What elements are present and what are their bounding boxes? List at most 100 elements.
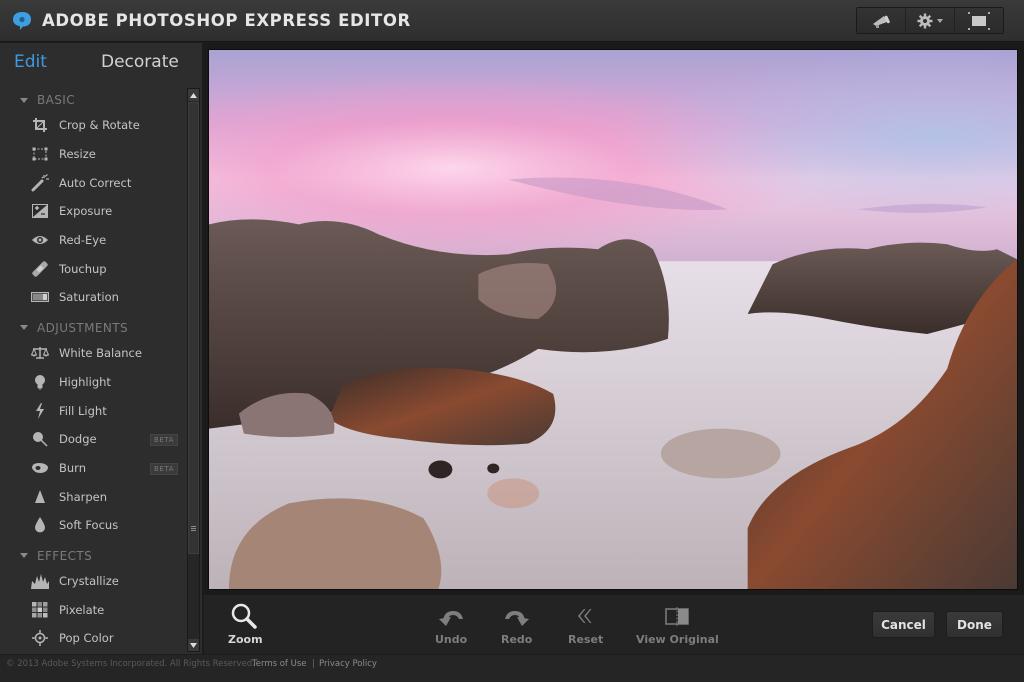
beta-badge: BETA — [150, 462, 179, 475]
scroll-down-button[interactable] — [188, 639, 199, 651]
settings-button[interactable] — [906, 8, 955, 33]
tool-red-eye[interactable]: Red-Eye — [0, 226, 186, 255]
photoshop-express-logo-icon — [13, 12, 31, 30]
photoshop-express-editor: ADOBE PHOTOSHOP EXPRESS EDITOR Edit Deco… — [0, 0, 1024, 682]
tool-label: Fill Light — [59, 403, 107, 418]
tool-label: Resize — [59, 147, 96, 162]
tool-sharpen[interactable]: Sharpen — [0, 482, 186, 511]
lightbulb-icon — [30, 373, 50, 391]
fullscreen-button[interactable] — [955, 8, 1003, 33]
gear-icon — [917, 13, 932, 28]
tool-label: Burn — [59, 460, 86, 475]
tool-label: Red-Eye — [59, 233, 107, 248]
fullscreen-icon — [968, 11, 990, 30]
tool-auto-correct[interactable]: Auto Correct — [0, 168, 186, 197]
tool-label: Crystallize — [59, 573, 119, 588]
terms-of-use-link[interactable]: Terms of Use — [252, 659, 307, 669]
reset-button[interactable]: Reset — [568, 603, 603, 646]
title-bar: ADOBE PHOTOSHOP EXPRESS EDITOR — [0, 0, 1024, 42]
caret-down-icon — [20, 325, 28, 331]
reset-label: Reset — [568, 633, 604, 646]
tab-edit[interactable]: Edit — [14, 52, 47, 72]
droplet-icon — [30, 516, 50, 534]
sidebar-scrollbar[interactable] — [187, 88, 200, 652]
scroll-thumb[interactable] — [188, 102, 199, 554]
compare-icon — [665, 607, 690, 626]
crystallize-icon — [30, 572, 50, 590]
sharpen-icon — [30, 488, 50, 506]
tool-list: BASIC Crop & Rotate Resize Auto Correct — [0, 89, 186, 651]
undo-label: Undo — [435, 633, 468, 646]
beta-badge: BETA — [150, 433, 179, 446]
dodge-icon — [30, 430, 50, 448]
tool-white-balance[interactable]: White Balance — [0, 339, 186, 368]
tool-burn[interactable]: Burn BETA — [0, 454, 186, 483]
zoom-button[interactable]: Zoom — [228, 603, 263, 646]
tool-label: White Balance — [59, 346, 142, 361]
view-original-button[interactable]: View Original — [636, 603, 719, 646]
tool-label: Pop Color — [59, 631, 114, 646]
copyright-text: © 2013 Adobe Systems Incorporated. All R… — [6, 659, 255, 669]
tool-label: Exposure — [59, 204, 113, 219]
saturation-icon — [30, 288, 50, 306]
redo-icon — [504, 611, 529, 626]
crop-icon — [30, 116, 50, 134]
tools-sidebar: Edit Decorate BASIC Crop & Rotate Resize — [0, 43, 203, 654]
section-effects[interactable]: EFFECTS — [0, 545, 186, 567]
resize-icon — [30, 145, 50, 163]
tool-crystallize[interactable]: Crystallize — [0, 567, 186, 596]
scroll-up-button[interactable] — [188, 89, 199, 101]
top-toolbar — [856, 7, 1004, 34]
app-title: ADOBE PHOTOSHOP EXPRESS EDITOR — [42, 11, 411, 30]
tool-soft-focus[interactable]: Soft Focus — [0, 511, 186, 540]
eye-icon — [30, 231, 50, 249]
tool-touchup[interactable]: Touchup — [0, 254, 186, 283]
arrow-up-icon — [190, 92, 197, 98]
redo-button[interactable]: Redo — [501, 603, 532, 646]
arrow-down-icon — [190, 642, 197, 648]
tool-saturation[interactable]: Saturation — [0, 283, 186, 312]
tool-label: Touchup — [59, 261, 107, 276]
view-original-label: View Original — [636, 633, 719, 646]
exposure-icon — [30, 202, 50, 220]
tool-pop-color[interactable]: Pop Color — [0, 624, 186, 651]
caret-down-icon — [20, 553, 28, 559]
scales-icon — [30, 344, 50, 362]
tool-dodge[interactable]: Dodge BETA — [0, 425, 186, 454]
section-adjustments[interactable]: ADJUSTMENTS — [0, 317, 186, 339]
photo-seascape[interactable] — [208, 49, 1018, 590]
tab-decorate[interactable]: Decorate — [101, 52, 179, 72]
tool-label: Dodge — [59, 432, 97, 447]
section-title: EFFECTS — [37, 548, 93, 563]
photo-canvas — [204, 43, 1024, 595]
zoom-label: Zoom — [228, 633, 263, 646]
mode-tabs: Edit Decorate — [0, 43, 203, 83]
tool-label: Sharpen — [59, 489, 108, 504]
magnifier-icon — [232, 603, 258, 629]
tool-exposure[interactable]: Exposure — [0, 197, 186, 226]
tool-crop-rotate[interactable]: Crop & Rotate — [0, 111, 186, 140]
section-basic[interactable]: BASIC — [0, 89, 186, 111]
magic-wand-icon — [30, 173, 50, 192]
privacy-policy-link[interactable]: Privacy Policy — [319, 659, 377, 669]
crosshair-icon — [30, 629, 50, 647]
burn-icon — [30, 459, 50, 477]
undo-icon — [439, 611, 464, 626]
footer-separator: | — [312, 659, 315, 669]
undo-button[interactable]: Undo — [435, 603, 467, 646]
tool-resize[interactable]: Resize — [0, 140, 186, 169]
tool-label: Pixelate — [59, 602, 105, 617]
redo-label: Redo — [501, 633, 533, 646]
grip-icon — [191, 525, 196, 531]
tool-label: Soft Focus — [59, 518, 119, 533]
tool-pixelate[interactable]: Pixelate — [0, 595, 186, 624]
tool-fill-light[interactable]: Fill Light — [0, 396, 186, 425]
done-button[interactable]: Done — [946, 611, 1003, 638]
tool-label: Saturation — [59, 290, 119, 305]
tool-label: Crop & Rotate — [59, 118, 140, 133]
reset-icon — [577, 609, 592, 623]
tool-highlight[interactable]: Highlight — [0, 368, 186, 397]
cancel-button[interactable]: Cancel — [872, 611, 935, 638]
feedback-button[interactable] — [857, 8, 906, 33]
section-title: ADJUSTMENTS — [37, 320, 128, 335]
